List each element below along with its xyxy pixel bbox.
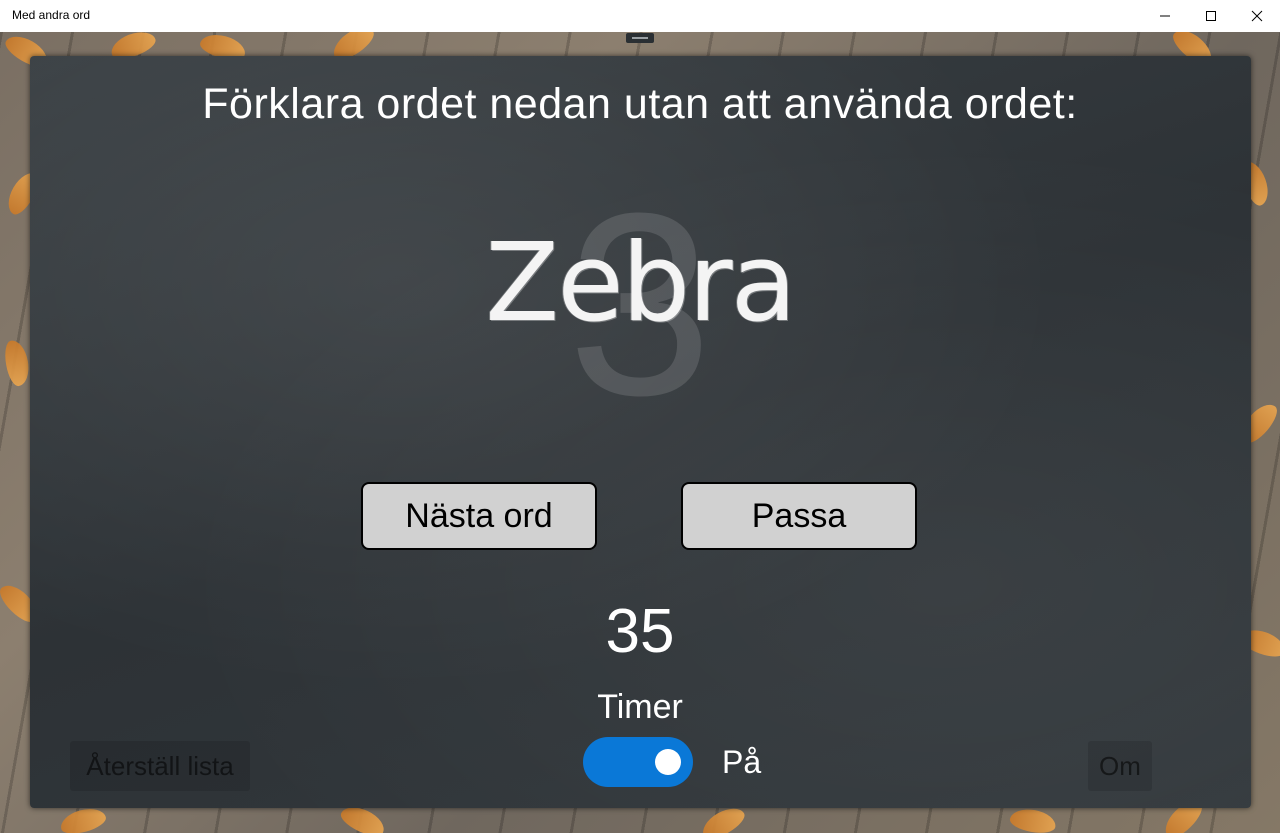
timer-toggle[interactable] [583,737,693,787]
reset-list-button[interactable]: Återställ lista [70,741,250,791]
leaf-decoration [57,804,109,833]
maximize-button[interactable] [1188,0,1234,32]
pass-button[interactable]: Passa [681,482,917,550]
close-button[interactable] [1234,0,1280,32]
secret-word: Zebra [485,221,797,346]
minimize-button[interactable] [1142,0,1188,32]
drag-handle[interactable] [626,33,654,43]
window-title: Med andra ord [12,8,91,22]
timer-label: Timer [597,688,683,726]
timer-state-label: På [722,744,762,780]
leaf-decoration [1008,806,1058,833]
maximize-icon [1206,11,1216,21]
close-icon [1251,10,1263,22]
seconds-remaining: 35 [605,597,675,666]
about-button[interactable]: Om [1088,741,1152,791]
instruction-text: Förklara ordet nedan utan att använda or… [202,80,1078,128]
toggle-knob [655,749,681,775]
title-bar: Med andra ord [0,0,1280,32]
next-word-button[interactable]: Nästa ord [361,482,597,550]
leaf-decoration [2,338,32,388]
minimize-icon [1160,15,1170,17]
